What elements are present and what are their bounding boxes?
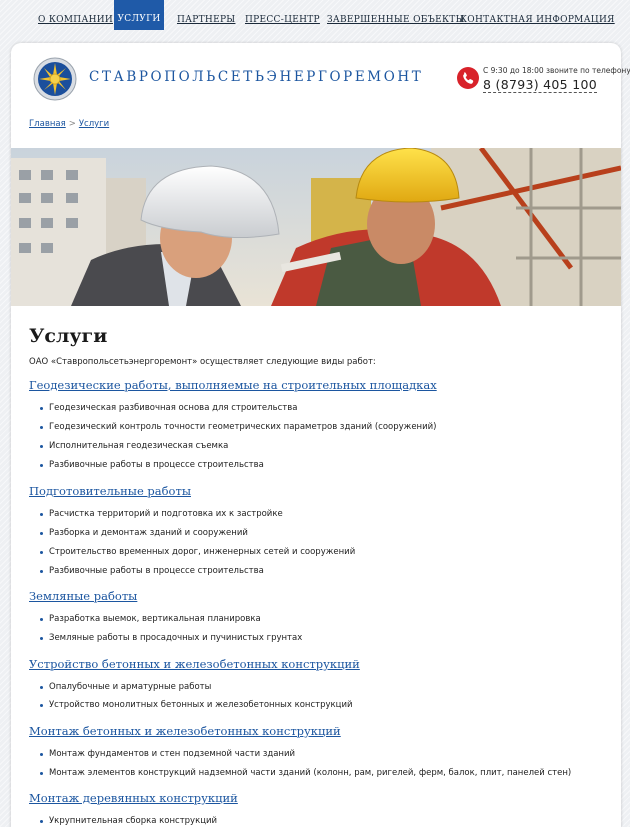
- section-title-concrete-assembly[interactable]: Монтаж бетонных и железобетонных констру…: [29, 724, 341, 738]
- breadcrumb-separator: >: [68, 119, 76, 129]
- content-card: СТАВРОПОЛЬСЕТЬЭНЕРГОРЕМОНТ С 9:30 до 18:…: [11, 43, 630, 827]
- nav-item-press-center[interactable]: ПРЕСС-ЦЕНТР: [245, 0, 320, 32]
- top-navigation: О КОМПАНИИ УСЛУГИ ПАРТНЕРЫ ПРЕСС-ЦЕНТР З…: [0, 0, 630, 32]
- nav-item-partners[interactable]: ПАРТНЕРЫ: [177, 0, 235, 32]
- list-item: Монтаж элементов конструкций надземной ч…: [39, 768, 572, 778]
- section-title-geodesy[interactable]: Геодезические работы, выполняемые на стр…: [29, 378, 437, 392]
- nav-item-services[interactable]: УСЛУГИ: [114, 0, 164, 30]
- section-title-preparatory[interactable]: Подготовительные работы: [29, 484, 191, 498]
- section-title-concrete-structures[interactable]: Устройство бетонных и железобетонных кон…: [29, 657, 360, 671]
- list-item: Земляные работы в просадочных и пучинист…: [39, 633, 303, 643]
- intro-text: ОАО «Ставропольсетьэнергоремонт» осущест…: [29, 357, 376, 367]
- company-emblem-icon[interactable]: [33, 57, 77, 101]
- list-item: Геодезическая разбивочная основа для стр…: [39, 403, 298, 413]
- list-item: Монтаж фундаментов и стен подземной част…: [39, 749, 296, 759]
- list-item: Опалубочные и арматурные работы: [39, 682, 212, 692]
- nav-item-completed-objects[interactable]: ЗАВЕРШЕННЫЕ ОБЪЕКТЫ: [327, 0, 465, 32]
- breadcrumb-current[interactable]: Услуги: [79, 119, 109, 129]
- list-item: Строительство временных дорог, инженерны…: [39, 547, 356, 557]
- page-title: Услуги: [29, 325, 108, 347]
- section-title-wooden-structures[interactable]: Монтаж деревянных конструкций: [29, 791, 238, 805]
- phone-number[interactable]: 8 (8793) 405 100: [483, 77, 597, 93]
- list-item: Расчистка территорий и подготовка их к з…: [40, 509, 283, 519]
- company-name[interactable]: СТАВРОПОЛЬСЕТЬЭНЕРГОРЕМОНТ: [89, 69, 423, 85]
- nav-item-about[interactable]: О КОМПАНИИ: [38, 0, 113, 32]
- list-item: Разбивочные работы в процессе строительс…: [40, 460, 264, 470]
- list-item: Разработка выемок, вертикальная планиров…: [40, 614, 261, 624]
- list-item: Разборка и демонтаж зданий и сооружений: [40, 528, 248, 538]
- nav-item-contacts[interactable]: КОНТАКТНАЯ ИНФОРМАЦИЯ: [460, 0, 615, 32]
- list-item: Геодезический контроль точности геометри…: [39, 422, 437, 432]
- section-title-earthworks[interactable]: Земляные работы: [29, 589, 137, 603]
- list-item: Устройство монолитных бетонных и железоб…: [40, 700, 353, 710]
- list-item: Укрупнительная сборка конструкций: [39, 816, 218, 826]
- list-item: Разбивочные работы в процессе строительс…: [40, 566, 264, 576]
- breadcrumb-home[interactable]: Главная: [29, 119, 66, 129]
- hero-image-workers: [11, 148, 621, 306]
- phone-hours: С 9:30 до 18:00 звоните по телефону: [483, 66, 630, 75]
- phone-icon: [457, 67, 479, 89]
- breadcrumb: Главная > Услуги: [29, 119, 109, 129]
- list-item: Исполнительная геодезическая съемка: [39, 441, 229, 451]
